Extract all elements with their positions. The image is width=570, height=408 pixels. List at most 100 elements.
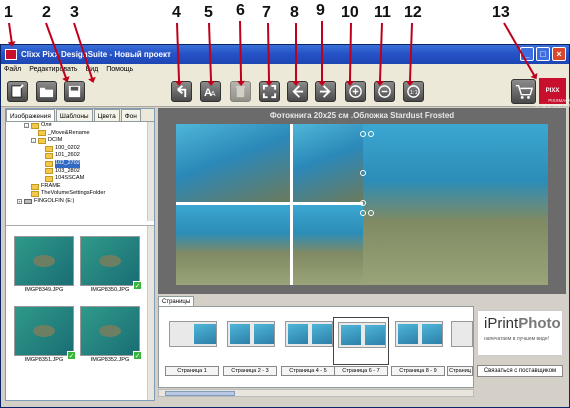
page-thumbnail[interactable] — [281, 317, 337, 365]
page-label[interactable]: Страница 2 - 3 — [223, 366, 277, 376]
tree-item[interactable]: - Оля — [6, 122, 154, 130]
tree-item-label: 100_0202 — [55, 144, 80, 151]
tree-item[interactable]: 101_2602 — [6, 152, 154, 160]
close-button[interactable]: × — [552, 47, 566, 61]
undo-icon — [177, 85, 187, 98]
tree-item-label: 101_2602 — [55, 152, 80, 159]
stage: { "callouts": ["1","2","3","4","5","6","… — [0, 0, 570, 408]
folder-icon — [38, 137, 46, 144]
page-thumbnail[interactable] — [165, 317, 221, 365]
menu-edit[interactable]: Редактировать — [29, 64, 77, 76]
thumbnail-item[interactable]: ✓ IMGP8350.JPG — [80, 236, 142, 296]
photo-frame[interactable] — [293, 205, 363, 285]
collapse-icon: - — [24, 123, 29, 129]
toolbar: AA 1:1 PIXX — [1, 76, 569, 107]
zoom-out-icon — [378, 85, 391, 98]
tab-pages[interactable]: Страницы — [158, 296, 195, 306]
image-thumbnails: IMGP8349.JPG ✓ IMGP8350.JPG ✓ IMGP8351.J… — [6, 225, 154, 400]
photo-frame[interactable] — [176, 205, 290, 285]
callout-13: 13 — [492, 4, 510, 21]
photo-frame-selected[interactable] — [363, 124, 548, 285]
tree-scrollbar[interactable] — [147, 122, 154, 221]
page-label-selected[interactable]: Страница 6 - 7 — [334, 366, 388, 376]
thumbnail-image — [80, 306, 140, 356]
left-panel: Изображения Шаблоны Цвета Фон - Оля _Move… — [5, 108, 155, 401]
tree-item-label: DCIM — [48, 137, 63, 144]
folder-icon — [45, 175, 53, 182]
svg-text:1:1: 1:1 — [410, 90, 418, 96]
tree-item-label: FRAME — [41, 182, 61, 189]
resize-handle[interactable] — [360, 170, 366, 176]
callout-6: 6 — [236, 2, 245, 19]
thumbnail-image — [14, 306, 74, 356]
thumbnail-item[interactable]: IMGP8349.JPG — [14, 236, 74, 296]
tree-item-selected[interactable]: 102_2702 — [6, 159, 154, 168]
page-label[interactable]: Страница 4 - 5 — [281, 366, 335, 376]
thumbnails-scrollbar[interactable] — [147, 226, 154, 400]
tree-item[interactable]: 103_2802 — [6, 168, 154, 176]
tab-images[interactable]: Изображения — [6, 109, 55, 121]
resize-handle[interactable] — [368, 210, 374, 216]
folder-icon — [31, 191, 39, 198]
resize-handle[interactable] — [360, 210, 366, 216]
callout-2: 2 — [42, 4, 51, 21]
new-project-button[interactable] — [7, 81, 28, 102]
thumbnail-image — [14, 236, 74, 286]
tree-item[interactable]: - DCIM — [6, 137, 154, 145]
tree-item[interactable]: 100_0202 — [6, 145, 154, 153]
left-tabs: Изображения Шаблоны Цвета Фон — [6, 109, 154, 122]
callout-7: 7 — [262, 4, 271, 21]
page-label[interactable]: Страница 8 - 9 — [391, 366, 445, 376]
iprintphoto-banner[interactable]: iPrintPhoto напечатаем в лучшем виде! — [477, 310, 563, 356]
thumbnail-caption: IMGP8351.JPG — [24, 357, 64, 363]
callout-5: 5 — [204, 4, 213, 21]
contact-supplier-button[interactable]: Связаться с поставщиком — [477, 365, 563, 377]
pages-scrollbar[interactable] — [158, 389, 474, 397]
thumbnail-item[interactable]: ✓ IMGP8352.JPG — [80, 306, 142, 366]
photo-frame[interactable] — [176, 124, 290, 202]
tab-background[interactable]: Фон — [120, 109, 141, 121]
thumbnail-caption: IMGP8349.JPG — [24, 287, 64, 293]
arrow-right-icon — [319, 85, 331, 98]
save-project-button[interactable] — [64, 81, 85, 102]
folder-icon — [38, 130, 46, 137]
tree-item-label: 104SSCAM — [55, 175, 85, 182]
callout-8: 8 — [290, 4, 299, 21]
folder-icon — [45, 153, 53, 160]
callout-arrow — [8, 22, 13, 44]
thumbnail-item[interactable]: ✓ IMGP8351.JPG — [14, 306, 76, 366]
tree-item[interactable]: TheVolumeSettingsFolder — [6, 190, 154, 198]
page-thumbnail-selected[interactable] — [333, 317, 389, 365]
tab-templates[interactable]: Шаблоны — [55, 109, 93, 121]
tree-item-label: _Move&Rename — [48, 129, 90, 136]
resize-handle[interactable] — [360, 200, 366, 206]
menu-help[interactable]: Помощь — [106, 64, 133, 76]
page-label[interactable]: Страница 1 — [165, 366, 219, 376]
callout-arrow — [321, 21, 323, 83]
tab-colors[interactable]: Цвета — [93, 109, 120, 121]
folder-icon — [45, 160, 53, 167]
open-project-button[interactable] — [36, 81, 57, 102]
menu-file[interactable]: Файл — [4, 64, 21, 76]
resize-handle[interactable] — [360, 131, 366, 137]
page-thumbnail[interactable] — [223, 317, 279, 365]
iprintphoto-slogan: напечатаем в лучшем виде! — [484, 336, 549, 342]
tree-item-label: Оля — [41, 122, 52, 128]
page-thumbnail[interactable] — [391, 317, 447, 365]
folder-icon — [31, 183, 39, 190]
photo-frame[interactable] — [293, 124, 363, 202]
tree-item[interactable]: + FINGOLFIN (E:) — [6, 198, 154, 206]
callout-arrow — [295, 23, 297, 83]
tree-item[interactable]: _Move&Rename — [6, 130, 154, 138]
thumbnail-caption: IMGP8350.JPG — [90, 287, 130, 293]
resize-handle[interactable] — [368, 131, 374, 137]
callout-4: 4 — [172, 4, 181, 21]
scrollbar-thumb[interactable] — [165, 391, 235, 396]
page-label[interactable]: Страниц — [447, 366, 473, 376]
tree-item[interactable]: 104SSCAM — [6, 175, 154, 183]
new-document-icon — [11, 84, 24, 98]
tree-item[interactable]: FRAME — [6, 183, 154, 191]
maximize-button[interactable]: □ — [536, 47, 550, 61]
page-thumbnail[interactable] — [447, 317, 473, 365]
thumbnail-image — [80, 236, 140, 286]
